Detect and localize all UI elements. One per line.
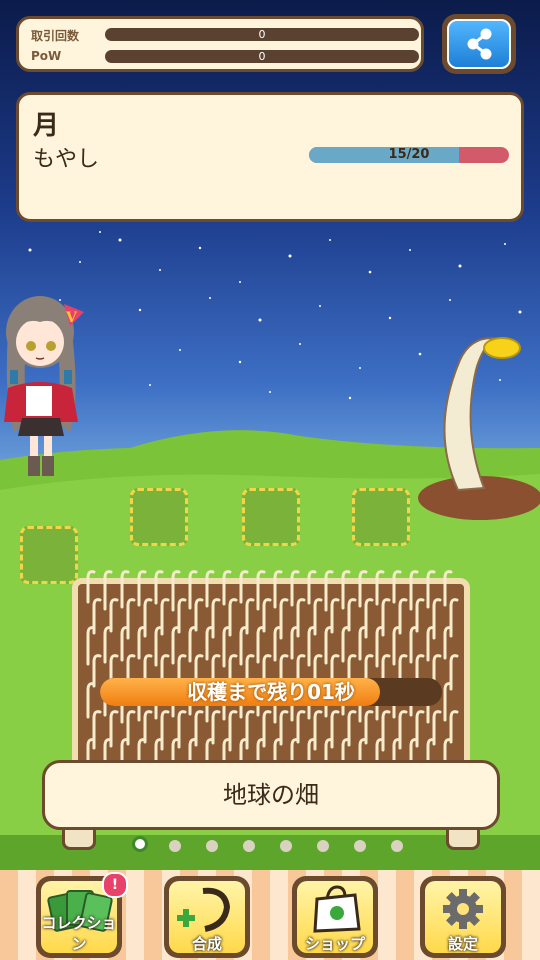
stats-panel: 取引回数 0 PoW 0 (16, 16, 424, 72)
share-button-face (447, 19, 511, 69)
trades-row: 取引回数 0 (27, 25, 419, 45)
empty-plot[interactable] (20, 526, 78, 584)
empty-plot[interactable] (130, 488, 188, 546)
sprout (449, 598, 459, 638)
sprout (296, 598, 306, 638)
sprout (262, 598, 272, 633)
sprout (160, 710, 170, 751)
sprout (364, 710, 374, 745)
sprout (409, 626, 419, 664)
harvest-timer-text: 収穫まで残り01秒 (187, 680, 355, 704)
sprout (194, 598, 204, 632)
giant-bean-sprout (418, 336, 540, 520)
page-dot[interactable] (243, 840, 255, 852)
sprout (364, 598, 374, 639)
sprout (296, 710, 306, 744)
share-button[interactable] (442, 14, 516, 74)
sprout (313, 710, 323, 751)
synthesis-label: 合成 (191, 935, 222, 953)
sprout (381, 598, 391, 637)
sprout (443, 570, 453, 607)
sprout (86, 682, 96, 719)
trades-label: 取引回数 (31, 29, 80, 43)
empty-plot[interactable] (352, 488, 410, 546)
sprout (222, 570, 232, 606)
notification-badge: ! (102, 872, 128, 898)
page-dot[interactable] (206, 840, 218, 852)
sprout (228, 598, 238, 637)
shop-button[interactable]: ショップ (292, 876, 378, 958)
sprout-rows (86, 570, 459, 778)
sprout (205, 570, 215, 608)
sprout (92, 710, 102, 750)
sprout (432, 598, 442, 640)
synthesis-button[interactable]: 合成 (164, 876, 250, 958)
settings-label: 設定 (447, 935, 478, 953)
crop-name: もやし (33, 147, 100, 172)
growth-text: 15/20 (388, 147, 430, 162)
sprout (341, 626, 351, 663)
pow-value: 0 (105, 50, 419, 63)
sprout (415, 598, 425, 633)
page-dot[interactable] (280, 840, 292, 852)
sprout (358, 570, 368, 608)
sprout (137, 570, 147, 607)
collection-button[interactable]: コレクション ! (36, 872, 128, 958)
crop-info-panel: 月 もやし 15/20 (16, 92, 524, 222)
shop-label: ショップ (304, 935, 365, 953)
sprout (398, 710, 408, 750)
page-dot[interactable] (317, 840, 329, 852)
sprout (126, 598, 136, 640)
empty-plot[interactable] (242, 488, 300, 546)
sprout (290, 570, 300, 607)
sprout (154, 570, 164, 605)
synthesis-icon (177, 887, 231, 932)
pow-row: PoW 0 (27, 47, 419, 67)
sprout (307, 570, 317, 605)
sprout (239, 570, 249, 604)
growth-bar: 15/20 (309, 147, 509, 163)
field-name: 地球の畑 (223, 781, 319, 809)
page-dot-active[interactable] (132, 836, 148, 852)
sprout (381, 710, 391, 752)
sprout (330, 710, 340, 749)
sprout (188, 626, 198, 663)
sprout (211, 598, 221, 639)
sprout (177, 710, 187, 749)
sprout (392, 570, 402, 604)
sprout (279, 598, 289, 640)
page-indicator (48, 828, 494, 860)
harvest-timer: 収穫まで残り01秒 (100, 678, 442, 706)
sprout (245, 710, 255, 750)
shopping-bag-icon (313, 885, 361, 933)
sprout (211, 710, 221, 745)
sprout (449, 710, 459, 744)
sprout (143, 598, 153, 638)
field-name-plate[interactable]: 地球の畑 (42, 760, 500, 830)
sprout (109, 598, 119, 633)
sprout (228, 710, 238, 752)
page-dot[interactable] (354, 840, 366, 852)
trades-value: 0 (105, 28, 419, 41)
page-dot[interactable] (391, 840, 403, 852)
settings-button[interactable]: 設定 (420, 876, 506, 958)
game-scene: V 収穫まで残り01秒 地球の畑 取引回数 0 PoW 0 月 もやし 15/2… (0, 0, 540, 960)
sprout (256, 626, 266, 664)
bottom-nav: コレクション ! 合成 ショップ 設定 (0, 870, 540, 960)
sprout (86, 570, 96, 604)
gear-icon (443, 889, 483, 929)
svg-text:V: V (65, 310, 78, 326)
page-dot[interactable] (169, 840, 181, 852)
collection-label: コレクション (41, 914, 117, 953)
sprout (103, 626, 113, 664)
pow-label: PoW (31, 49, 62, 63)
share-icon (467, 28, 492, 60)
sprout (375, 570, 385, 606)
sprout (143, 710, 153, 744)
location-label: 月 (33, 111, 60, 141)
sprout (347, 598, 357, 632)
character-girl: V (4, 296, 84, 476)
